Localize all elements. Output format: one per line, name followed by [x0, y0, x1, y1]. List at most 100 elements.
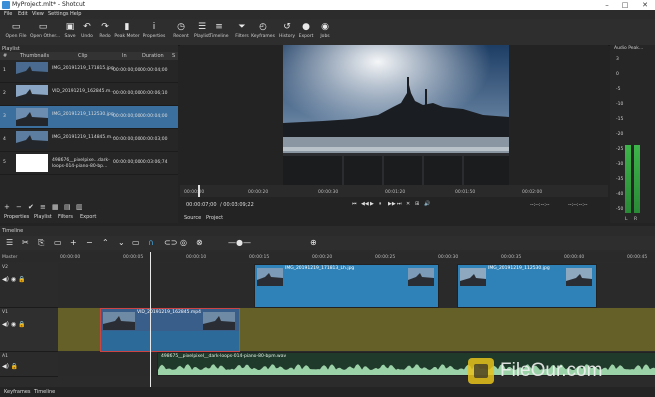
menu-file[interactable]: File [4, 11, 12, 17]
playlist-tool-button[interactable]: ▤ [64, 203, 71, 211]
col-duration[interactable]: Duration [142, 53, 164, 59]
timeline-tool-button[interactable]: + [70, 238, 77, 247]
meter-scale-label: 0 [616, 72, 619, 77]
playlist-tool-button[interactable]: − [16, 203, 22, 211]
watermark-logo: FileOur.com [462, 352, 652, 392]
clip-label: VID_20191219_162845.mp4 [137, 310, 201, 315]
playlist-thumbnail [16, 131, 48, 149]
timeline-tool-button[interactable]: ⎘ [38, 238, 44, 248]
transport-button[interactable]: ✕ [406, 201, 410, 207]
track-header-v1[interactable]: V1 ◀) ◉ 🔒 [0, 308, 58, 352]
playlist-tool-button[interactable]: ✔ [28, 203, 34, 211]
minimize-icon[interactable]: – [598, 0, 616, 10]
viewer-ruler[interactable]: 00:00:00 00:00:20 00:00:30 00:01:20 00:0… [180, 185, 608, 197]
timeline-clip-selected[interactable]: VID_20191219_162845.mp4 [100, 308, 240, 352]
transport-button[interactable]: 🔊 [424, 201, 430, 207]
track-header-v2[interactable]: V2 ◀) ◉ 🔒 [0, 263, 58, 308]
playlist-row[interactable]: 4 IMG_20191219_114845.m... 00:00:00;00 00:0… [0, 129, 178, 152]
viewer-playhead[interactable] [198, 185, 200, 197]
timeline-ruler-tick: 00:00:20 [312, 255, 333, 260]
playlist-tool-button[interactable]: ▥ [76, 203, 83, 211]
properties-button[interactable]: ⅰ Properties [141, 21, 167, 43]
timeline-tool-button[interactable]: ⊗ [196, 238, 203, 247]
timeline-tool-button[interactable]: ▭ [132, 238, 140, 247]
timecode-current[interactable]: 00:00:07;00 [186, 202, 217, 208]
open-file-button[interactable]: ▭ Open File [3, 21, 29, 43]
tab-keyframes[interactable]: Keyframes [4, 389, 31, 395]
video-preview[interactable] [283, 45, 509, 185]
timeline-tool-button[interactable]: ⊂⊃ [164, 238, 177, 247]
timeline-tool-button[interactable]: ◎ [180, 238, 187, 247]
meter-channel-r: R [634, 217, 638, 222]
open-other-button[interactable]: ▭ Open Other... [30, 21, 61, 43]
timeline-tool-button[interactable]: ⊕ [310, 238, 317, 247]
maximize-icon[interactable]: □ [616, 0, 634, 10]
tab-playlist[interactable]: Playlist [34, 214, 52, 220]
tab-source[interactable]: Source [184, 215, 201, 221]
timeline-tool-button[interactable]: ∩ [148, 238, 154, 247]
playlist-row[interactable]: 1 IMG_20191219_171815.jpg 00:00:00;00 00:00… [0, 60, 178, 83]
playlist-tool-button[interactable]: ▦ [52, 203, 59, 211]
transport-button[interactable]: ▶▶ [388, 201, 396, 207]
timeline-tool-button[interactable]: − [86, 238, 93, 247]
track-header-a1[interactable]: A1 ◀) 🔒 [0, 352, 58, 377]
window-title: MyProject.mlt* - Shotcut [12, 1, 86, 8]
menu-help[interactable]: Help [70, 11, 81, 17]
track-controls-icon[interactable]: ◀) ◉ 🔒 [2, 321, 25, 328]
timeline-tool-button[interactable]: ☰ [6, 238, 13, 247]
tab-timeline[interactable]: Timeline [34, 389, 55, 395]
transport-button[interactable]: ⏸ [379, 201, 382, 207]
playlist-row[interactable]: 3 IMG_20191219_112530.jpg 00:00:00;00 00:00… [0, 106, 178, 129]
tab-filters[interactable]: Filters [58, 214, 73, 220]
timeline-ruler-tick: 00:00:25 [375, 255, 396, 260]
meter-scale-label: -50 [616, 207, 624, 212]
timeline-ruler-tick: 00:00:45 [627, 255, 648, 260]
col-in[interactable]: In [122, 53, 127, 59]
toolbar-label: Keyframes [251, 34, 275, 39]
meter-scale-label: -5 [616, 87, 621, 92]
jobs-button[interactable]: ◉ Jobs [312, 21, 338, 43]
col-num[interactable]: # [3, 53, 7, 59]
timeline-clip[interactable]: IMG_20191219_171813_Lh.jpg [254, 264, 439, 308]
transport-button[interactable]: ⏭ [397, 201, 402, 207]
audio-peak-meter: Audio Peak... 3 0 -5 -10 -15 -20 -25 -30 -35 -40 -… [610, 45, 655, 223]
toolbar-label: Open File [5, 34, 27, 39]
transport-button[interactable]: ⏮ [352, 201, 357, 207]
menu-view[interactable]: View [32, 11, 44, 17]
timeline-tool-button[interactable]: ⌄ [118, 238, 125, 247]
tab-project[interactable]: Project [206, 215, 223, 221]
tab-export[interactable]: Export [80, 214, 96, 220]
col-clip[interactable]: Clip [78, 53, 87, 59]
transport-button[interactable]: ⊞ [415, 201, 419, 207]
playlist-tool-button[interactable]: ≡ [40, 203, 46, 211]
keyframes-button[interactable]: ◴ Keyframes [250, 21, 276, 43]
menu-settings[interactable]: Settings [48, 11, 69, 17]
timeline-tool-button[interactable]: —●— [228, 238, 251, 247]
col-s[interactable]: S [172, 53, 175, 59]
timeline-ruler[interactable]: Master 00:00:00 00:00:05 00:00:10 00:00:15 0… [0, 252, 655, 262]
peak-meter-button[interactable]: ▮ Peak Meter [114, 21, 140, 43]
timeline-tool-button[interactable]: ⌃ [102, 238, 109, 247]
timeline-clip[interactable]: IMG_20191219_112530.jpg [457, 264, 597, 308]
timeline-tool-button[interactable]: ▭ [54, 238, 62, 247]
tab-properties[interactable]: Properties [4, 214, 29, 220]
track-controls-icon[interactable]: ◀) ◉ 🔒 [2, 276, 25, 283]
playlist-thumbnail [16, 62, 48, 80]
open-other-icon: ▭ [38, 22, 48, 32]
timecode-total: / 00:03:09;22 [220, 202, 254, 208]
timeline-playhead[interactable] [150, 252, 151, 387]
playlist-row[interactable]: 5 498676__pixelpixe...dark-loops-014-pian… [0, 152, 178, 175]
transport-button[interactable]: ◀◀ [361, 201, 369, 207]
close-icon[interactable]: ✕ [636, 0, 654, 10]
playlist-row[interactable]: 2 VID_20191219_162845.m... 00:00:00;00 00:0… [0, 83, 178, 106]
timeline-tool-button[interactable]: ✂ [22, 238, 29, 247]
transport-button[interactable]: ▶ [370, 201, 374, 207]
track-controls-icon[interactable]: ◀) 🔒 [2, 363, 18, 370]
playlist-tool-button[interactable]: + [4, 203, 10, 211]
clip-label: IMG_20191219_112530.jpg [488, 266, 550, 271]
menu-edit[interactable]: Edit [18, 11, 28, 17]
ruler-tick: 00:01:50 [455, 190, 476, 195]
col-thumbnails[interactable]: Thumbnails [20, 53, 49, 59]
toolbar-label: Open Other... [30, 34, 61, 39]
ruler-tick: 00:01:20 [385, 190, 406, 195]
